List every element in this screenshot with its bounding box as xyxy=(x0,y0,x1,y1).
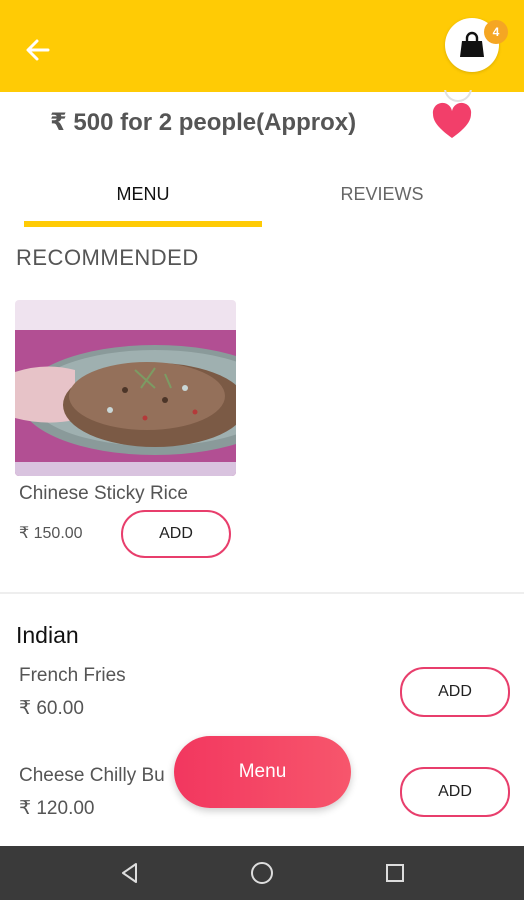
nav-home-button[interactable] xyxy=(247,858,277,888)
active-tab-indicator xyxy=(24,221,262,227)
menu-fab-button[interactable]: Menu xyxy=(174,736,351,808)
tab-menu[interactable]: MENU xyxy=(24,160,262,228)
tab-reviews[interactable]: REVIEWS xyxy=(262,160,502,228)
shopping-bag-icon xyxy=(460,31,484,57)
cart-count-badge: 4 xyxy=(484,20,508,44)
back-triangle-icon xyxy=(122,863,137,883)
item-name: French Fries xyxy=(19,665,126,686)
section-title-recommended: RECOMMENDED xyxy=(16,245,199,270)
recents-square-icon xyxy=(386,864,404,882)
nav-recents-button[interactable] xyxy=(380,858,410,888)
system-nav-bar xyxy=(0,846,524,900)
divider xyxy=(0,592,524,594)
item-name: Chinese Sticky Rice xyxy=(19,483,188,504)
food-image-illustration xyxy=(15,300,236,476)
add-button[interactable]: ADD xyxy=(400,767,510,817)
home-circle-icon xyxy=(251,862,273,884)
item-name: Cheese Chilly Bu xyxy=(19,765,165,786)
add-button[interactable]: ADD xyxy=(121,510,231,558)
price-for-two: ₹ 500 for 2 people(Approx) xyxy=(50,109,357,136)
arrow-left-icon xyxy=(26,39,50,61)
item-price: ₹ 150.00 xyxy=(19,525,83,542)
item-price: ₹ 60.00 xyxy=(19,698,84,719)
back-button[interactable] xyxy=(20,32,56,68)
heart-icon xyxy=(432,102,472,138)
item-price: ₹ 120.00 xyxy=(19,798,95,819)
nav-back-button[interactable] xyxy=(115,858,145,888)
add-button[interactable]: ADD xyxy=(400,667,510,717)
food-image[interactable] xyxy=(15,300,236,476)
tab-bar: MENU REVIEWS xyxy=(0,160,524,228)
category-title: Indian xyxy=(16,622,79,648)
favorite-button[interactable] xyxy=(430,100,474,144)
